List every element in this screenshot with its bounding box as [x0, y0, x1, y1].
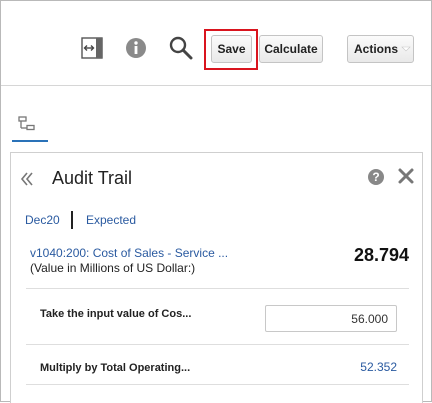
chevron-down-icon: [401, 46, 411, 52]
input-value-field[interactable]: [265, 305, 397, 332]
info-icon[interactable]: [123, 35, 149, 61]
row-divider: [26, 344, 409, 345]
expand-horizontal-icon[interactable]: [79, 35, 105, 61]
search-icon[interactable]: [168, 35, 194, 61]
hierarchy-icon[interactable]: [18, 116, 38, 132]
close-icon[interactable]: [397, 167, 415, 185]
actions-button[interactable]: Actions: [347, 35, 414, 63]
help-icon[interactable]: ?: [368, 169, 384, 185]
multiply-value-link[interactable]: 52.352: [360, 360, 397, 374]
panel-title: Audit Trail: [52, 168, 133, 188]
account-value: 28.794: [353, 245, 409, 265]
row-divider: [26, 384, 409, 385]
active-tab-indicator: [12, 140, 48, 142]
breadcrumb-scenario[interactable]: Expected: [86, 213, 136, 227]
app-frame: Save Calculate Actions Audit Trail ? Dec…: [0, 0, 432, 403]
row-label-multiply: Multiply by Total Operating...: [40, 362, 191, 374]
account-link[interactable]: v1040:200: Cost of Sales - Service ...: [30, 246, 228, 260]
actions-label: Actions: [354, 42, 399, 56]
back-chevron-icon[interactable]: [20, 171, 34, 187]
breadcrumb-separator: [71, 211, 73, 229]
row-label-input: Take the input value of Cos...: [40, 308, 192, 320]
row-divider: [26, 288, 409, 289]
audit-trail-panel: Audit Trail ? Dec20 Expected v1040:200: …: [10, 152, 423, 403]
toolbar-divider: [1, 85, 431, 86]
calculate-button[interactable]: Calculate: [259, 35, 323, 63]
breadcrumb-period[interactable]: Dec20: [25, 213, 60, 227]
account-units: (Value in Millions of US Dollar:): [30, 261, 196, 275]
save-button-highlight: [204, 29, 258, 70]
